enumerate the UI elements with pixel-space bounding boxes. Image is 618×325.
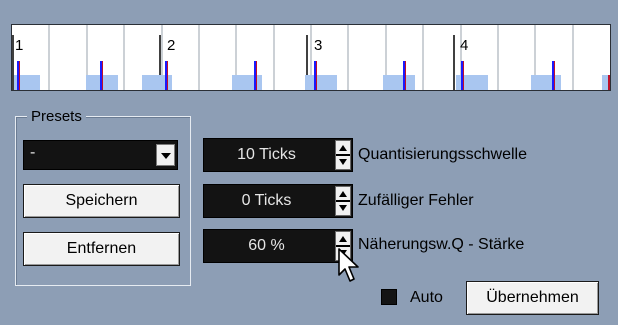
- preset-dropdown[interactable]: -: [23, 140, 178, 170]
- auto-label: Auto: [410, 289, 443, 306]
- strength-value: 60 %: [248, 237, 285, 254]
- quantize-grid: 1 2 3 4: [11, 24, 611, 91]
- note-marker: [100, 61, 102, 90]
- quantize-zone: [383, 75, 415, 90]
- threshold-label: Quantisierungsschwelle: [358, 146, 527, 163]
- note-marker-shadow: [316, 61, 317, 90]
- strength-label: Näherungsw.Q - Stärke: [358, 236, 525, 253]
- note-marker-shadow: [102, 61, 103, 90]
- note-marker: [461, 61, 463, 90]
- spin-down-icon[interactable]: [339, 159, 347, 165]
- random-error-label: Zufälliger Fehler: [358, 192, 474, 209]
- quantize-zone: [305, 75, 337, 90]
- bar-label-1: 1: [15, 37, 24, 54]
- note-marker-shadow: [256, 61, 257, 90]
- quantize-grid-canvas: [12, 25, 610, 90]
- strength-spinbox[interactable]: 60 %: [203, 229, 353, 263]
- quantize-zone: [456, 75, 488, 90]
- spin-up-icon[interactable]: [339, 191, 347, 197]
- bar-label-4: 4: [460, 37, 469, 54]
- note-marker: [403, 61, 405, 90]
- presets-legend: Presets: [27, 108, 86, 125]
- note-marker-edge: [608, 75, 610, 90]
- note-marker: [552, 61, 554, 90]
- note-marker-shadow: [19, 61, 20, 90]
- mouse-pointer-icon: [338, 248, 359, 282]
- quantize-zone: [232, 75, 262, 90]
- note-marker-shadow: [463, 61, 464, 90]
- chevron-down-icon[interactable]: [156, 144, 175, 166]
- threshold-spinbox[interactable]: 10 Ticks: [203, 138, 353, 172]
- threshold-spin-arrows[interactable]: [335, 140, 351, 170]
- spin-divider: [336, 154, 350, 156]
- random-spin-arrows[interactable]: [335, 186, 351, 216]
- random-error-value: 0 Ticks: [241, 192, 292, 209]
- save-preset-button[interactable]: Speichern: [23, 184, 180, 218]
- bar-label-3: 3: [314, 37, 323, 54]
- note-marker: [17, 61, 19, 90]
- spin-up-icon[interactable]: [339, 236, 347, 242]
- spin-up-icon[interactable]: [339, 145, 347, 151]
- apply-button[interactable]: Übernehmen: [466, 281, 599, 315]
- spin-divider: [336, 200, 350, 202]
- auto-checkbox[interactable]: [381, 289, 397, 305]
- random-error-spinbox[interactable]: 0 Ticks: [203, 184, 353, 218]
- quantize-zone: [531, 75, 561, 90]
- note-marker: [254, 61, 256, 90]
- note-marker-shadow: [554, 61, 555, 90]
- note-marker: [165, 61, 167, 90]
- note-marker: [314, 61, 316, 90]
- note-marker-shadow: [405, 61, 406, 90]
- bar-label-2: 2: [167, 37, 176, 54]
- preset-selected-value: -: [30, 144, 36, 161]
- note-marker-shadow: [167, 61, 168, 90]
- remove-preset-button[interactable]: Entfernen: [23, 232, 180, 266]
- spin-down-icon[interactable]: [339, 205, 347, 211]
- threshold-value: 10 Ticks: [237, 146, 296, 163]
